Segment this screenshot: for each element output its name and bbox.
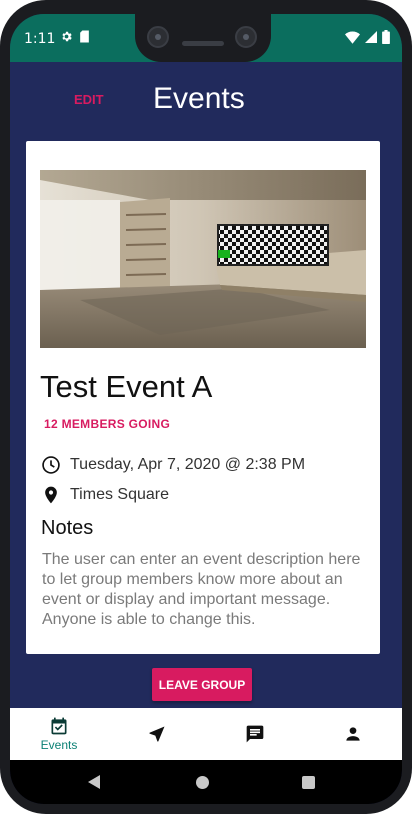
nav-item-navigation[interactable]: [108, 708, 206, 760]
nav-item-events-label: Events: [40, 738, 78, 752]
back-icon[interactable]: [88, 775, 100, 789]
status-bar: 1:11: [10, 14, 402, 62]
battery-icon: [382, 30, 390, 44]
front-camera-icon: [147, 26, 169, 48]
app-header: EDIT Events: [10, 62, 402, 140]
navigation-arrow-icon: [149, 726, 165, 742]
chat-icon: [246, 725, 264, 743]
notes-heading: Notes: [41, 517, 94, 539]
event-card: Test Event A 12 MEMBERS GOING Tuesday, A…: [26, 141, 380, 654]
earpiece-speaker: [182, 41, 224, 46]
sd-card-icon: [80, 30, 89, 43]
system-navigation-bar: [10, 760, 402, 804]
status-time: 1:11: [24, 31, 56, 47]
front-camera-icon: [235, 26, 257, 48]
event-datetime: Tuesday, Apr 7, 2020 @ 2:38 PM: [70, 456, 306, 473]
event-location: Times Square: [70, 486, 169, 503]
screen: 1:11 EDIT Events Test Event A 12 MEMBERS…: [10, 14, 402, 804]
recents-icon[interactable]: [302, 776, 315, 789]
nav-item-profile[interactable]: [304, 708, 402, 760]
wifi-icon: [345, 31, 360, 44]
event-datetime-row: Tuesday, Apr 7, 2020 @ 2:38 PM: [41, 455, 305, 475]
bottom-navigation: Events: [10, 708, 402, 760]
home-icon[interactable]: [196, 776, 209, 789]
phone-frame: 1:11 EDIT Events Test Event A 12 MEMBERS…: [0, 0, 412, 814]
event-image: [40, 170, 366, 348]
page-title: Events: [153, 82, 245, 115]
nav-item-events[interactable]: Events: [10, 708, 108, 760]
leave-group-button[interactable]: LEAVE GROUP: [152, 668, 252, 701]
notes-body: The user can enter an event description …: [42, 551, 361, 628]
signal-icon: [365, 31, 377, 43]
camera-notch: [135, 14, 271, 62]
event-location-row: Times Square: [41, 485, 169, 505]
person-icon: [346, 727, 360, 741]
settings-icon: [62, 31, 72, 42]
members-going-link[interactable]: 12 MEMBERS GOING: [44, 417, 170, 431]
nav-item-chat[interactable]: [206, 708, 304, 760]
calendar-check-icon: [51, 717, 67, 735]
clock-icon: [42, 456, 60, 474]
event-title: Test Event A: [40, 369, 213, 404]
location-pin-icon: [45, 486, 57, 504]
edit-button[interactable]: EDIT: [74, 92, 104, 107]
